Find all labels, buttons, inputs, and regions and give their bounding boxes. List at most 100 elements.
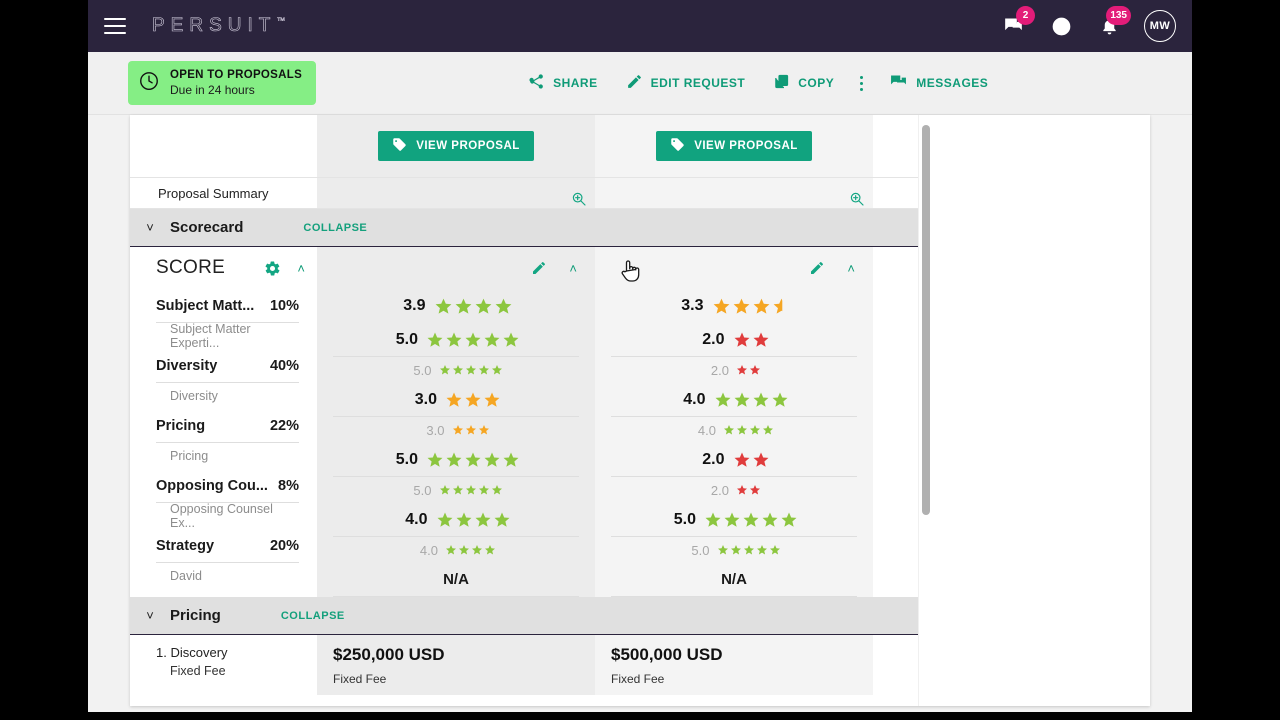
rating-row: 2.0 [611, 443, 857, 477]
rating-subrow: 3.0 [333, 417, 579, 443]
view-proposal-button-2[interactable]: VIEW PROPOSAL [656, 131, 812, 161]
criterion-sublabel: Pricing [170, 449, 209, 463]
brand-logo[interactable]: PERSUIT™ [152, 15, 286, 37]
magnify-plus-icon[interactable] [849, 191, 865, 212]
pencil-icon[interactable] [531, 260, 547, 276]
chevron-down-icon[interactable]: ˅ [130, 608, 170, 623]
copy-label: COPY [798, 76, 835, 90]
rating-value: 3.0 [414, 390, 437, 408]
criterion-row: Diversity 40% [156, 349, 299, 383]
pricing-item-sub: Fixed Fee [170, 664, 226, 678]
avatar[interactable]: MW [1144, 10, 1176, 42]
action-buttons: SHARE EDIT REQUEST COPY MESSAGES [514, 67, 1002, 99]
pricing-amount-1: $250,000 USD [333, 645, 445, 664]
chevron-up-icon[interactable]: ˄ [569, 261, 577, 276]
pencil-icon[interactable] [809, 260, 825, 276]
proposal-summary-label: Proposal Summary [130, 178, 317, 208]
total-score-value: 3.9 [403, 297, 426, 314]
rating-na-value: N/A [721, 571, 747, 588]
rating-row: 2.0 [611, 323, 857, 357]
criterion-row: Opposing Cou... 8% [156, 469, 299, 503]
rating-stars [436, 511, 511, 529]
rating-row: 5.0 [333, 443, 579, 477]
rating-row: 4.0 [611, 383, 857, 417]
pricing-collapse-button[interactable]: COLLAPSE [281, 610, 345, 622]
proposal-2-header: VIEW PROPOSAL [595, 115, 873, 177]
criterion-weight: 8% [278, 477, 299, 494]
view-proposal-button-1[interactable]: VIEW PROPOSAL [378, 131, 534, 161]
rating-sub-stars [723, 424, 774, 436]
edit-request-label: EDIT REQUEST [650, 76, 746, 90]
proposal-1-header: VIEW PROPOSAL [317, 115, 595, 177]
chevron-up-icon[interactable]: ˄ [297, 261, 305, 276]
criterion-row: Pricing 22% [156, 409, 299, 443]
pricing-section-title: Pricing [170, 607, 221, 624]
rating-sub-value: 2.0 [710, 362, 729, 378]
pricing-amount-2: $500,000 USD [611, 645, 723, 664]
total-score-row: 3.3 [611, 289, 857, 323]
criteria-list: Subject Matt... 10% Subject Matter Exper… [130, 289, 317, 589]
criterion-name: Diversity [156, 357, 218, 374]
scrollbar-thumb[interactable] [922, 125, 930, 515]
notifications-bell-icon[interactable]: 135 [1096, 6, 1131, 39]
screen: PERSUIT™ 2 135 MW OPEN TO PROPOSALS Due … [0, 0, 1280, 720]
notifications-badge: 135 [1106, 6, 1131, 25]
rating-value: 2.0 [702, 450, 725, 468]
messages-button[interactable]: MESSAGES [875, 67, 1002, 99]
share-label: SHARE [553, 76, 598, 90]
rating-subrow: 5.0 [333, 357, 579, 383]
rating-na-row: N/A [333, 563, 579, 597]
rating-stars [704, 511, 798, 529]
scorecard-section-header[interactable]: ˅ Scorecard COLLAPSE [130, 209, 918, 247]
share-button[interactable]: SHARE [514, 67, 612, 99]
criterion-sublabel: Subject Matter Experti... [170, 322, 251, 350]
rating-subrow: 2.0 [611, 477, 857, 503]
status-badge[interactable]: OPEN TO PROPOSALS Due in 24 hours [128, 61, 317, 105]
rating-stars [426, 451, 520, 469]
score-header: SCORE ˄ [130, 247, 317, 289]
edit-request-button[interactable]: EDIT REQUEST [612, 67, 760, 99]
magnify-plus-icon[interactable] [571, 191, 587, 212]
chat-icon[interactable]: 2 [1000, 6, 1035, 39]
kebab-menu-icon[interactable] [848, 68, 875, 99]
rating-sub-value: 4.0 [419, 542, 438, 558]
rating-value: 5.0 [395, 450, 418, 468]
criterion-weight: 10% [269, 297, 299, 314]
pencil-icon [626, 73, 643, 93]
pricing-type-1: Fixed Fee [333, 672, 387, 686]
criterion-weight: 22% [269, 417, 299, 434]
scorecard-section-title: Scorecard [170, 219, 244, 236]
rating-subrow: 4.0 [333, 537, 579, 563]
rating-stars [445, 391, 501, 409]
scorecard-collapse-button[interactable]: COLLAPSE [303, 222, 367, 234]
tag-icon [392, 137, 407, 155]
criteria-column: SCORE ˄ Subject Matt... 10% Subject Matt… [130, 247, 317, 597]
status-subtitle: Due in 24 hours [170, 82, 255, 97]
rating-sub-value: 4.0 [697, 422, 716, 438]
header-spacer [130, 115, 317, 177]
view-proposal-label-2: VIEW PROPOSAL [694, 140, 798, 152]
rating-row: 3.0 [333, 383, 579, 417]
criterion-sublabel: David [170, 569, 202, 583]
proposal-summary-cell-2 [595, 178, 873, 208]
clock-icon [138, 70, 160, 97]
chevron-down-icon[interactable]: ˅ [130, 220, 170, 235]
pricing-section-header[interactable]: ˅ Pricing COLLAPSE [130, 597, 918, 635]
vertical-scrollbar[interactable] [918, 115, 932, 706]
view-proposal-label-1: VIEW PROPOSAL [416, 140, 520, 152]
total-score-stars [434, 297, 513, 316]
copy-button[interactable]: COPY [759, 67, 848, 99]
rating-sub-value: 5.0 [691, 542, 710, 558]
chevron-up-icon[interactable]: ˄ [847, 261, 855, 276]
rating-subrow: 5.0 [333, 477, 579, 503]
scorecard-body: SCORE ˄ Subject Matt... 10% Subject Matt… [130, 247, 918, 597]
rating-subrow: 4.0 [611, 417, 857, 443]
rating-subrow: 5.0 [611, 537, 857, 563]
rating-subrow: 2.0 [611, 357, 857, 383]
proposal-2-scores: ˄ 3.3 2.0 2.0 4.0 4.0 2.0 2.0 5.0 5.0 N/A [595, 247, 873, 597]
hamburger-menu-icon[interactable] [104, 18, 126, 34]
help-circle-icon[interactable] [1048, 13, 1074, 39]
gear-icon[interactable] [264, 260, 281, 277]
rating-row: 5.0 [333, 323, 579, 357]
proposal-2-rating-rows: 3.3 2.0 2.0 4.0 4.0 2.0 2.0 5.0 5.0 N/A [595, 289, 873, 597]
